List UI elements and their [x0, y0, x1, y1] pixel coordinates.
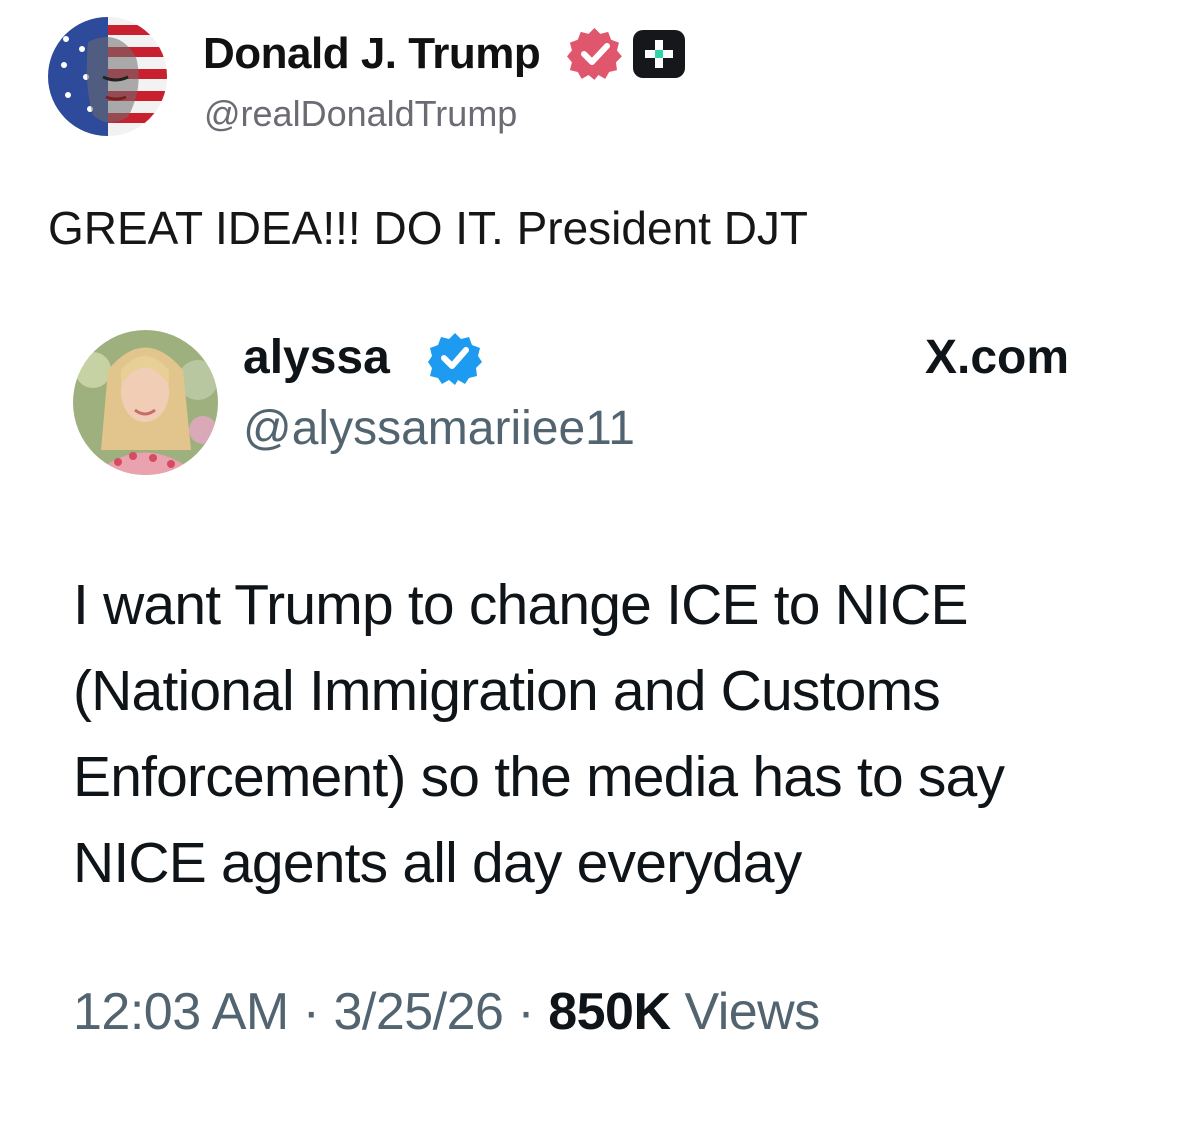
quote-text-line: (National Immigration and Customs — [73, 659, 941, 723]
plus-badge-icon — [633, 30, 685, 78]
quote-text: I want Trump to change ICE to NICE (Nati… — [73, 562, 1173, 906]
meta-separator: · — [517, 983, 535, 1041]
quote-views-count: 850K — [548, 983, 671, 1041]
quote-meta: 12:03 AM · 3/25/26 · 850K Views — [73, 980, 820, 1044]
quote-text-line: NICE agents all day everyday — [73, 831, 802, 895]
quote-time[interactable]: 12:03 AM — [73, 983, 289, 1041]
meta-separator: · — [302, 983, 320, 1041]
quote-text-line: I want Trump to change ICE to NICE — [73, 573, 969, 637]
quote-date[interactable]: 3/25/26 — [333, 983, 504, 1041]
author-name[interactable]: Donald J. Trump — [203, 28, 541, 80]
quote-author-avatar[interactable] — [73, 330, 218, 475]
quote-source-label: X.com — [925, 331, 1070, 384]
author-handle[interactable]: @realDonaldTrump — [204, 92, 517, 136]
quote-author-name[interactable]: alyssa — [243, 330, 390, 386]
quote-text-line: Enforcement) so the media has to say — [73, 745, 1005, 809]
verified-badge-icon — [567, 26, 623, 82]
post-text: GREAT IDEA!!! DO IT. President DJT — [48, 202, 809, 254]
quote-author-handle[interactable]: @alyssamariiee11 — [243, 400, 635, 458]
verified-badge-icon — [428, 331, 482, 385]
quote-views-label: Views — [684, 983, 820, 1041]
author-avatar[interactable] — [48, 17, 167, 136]
